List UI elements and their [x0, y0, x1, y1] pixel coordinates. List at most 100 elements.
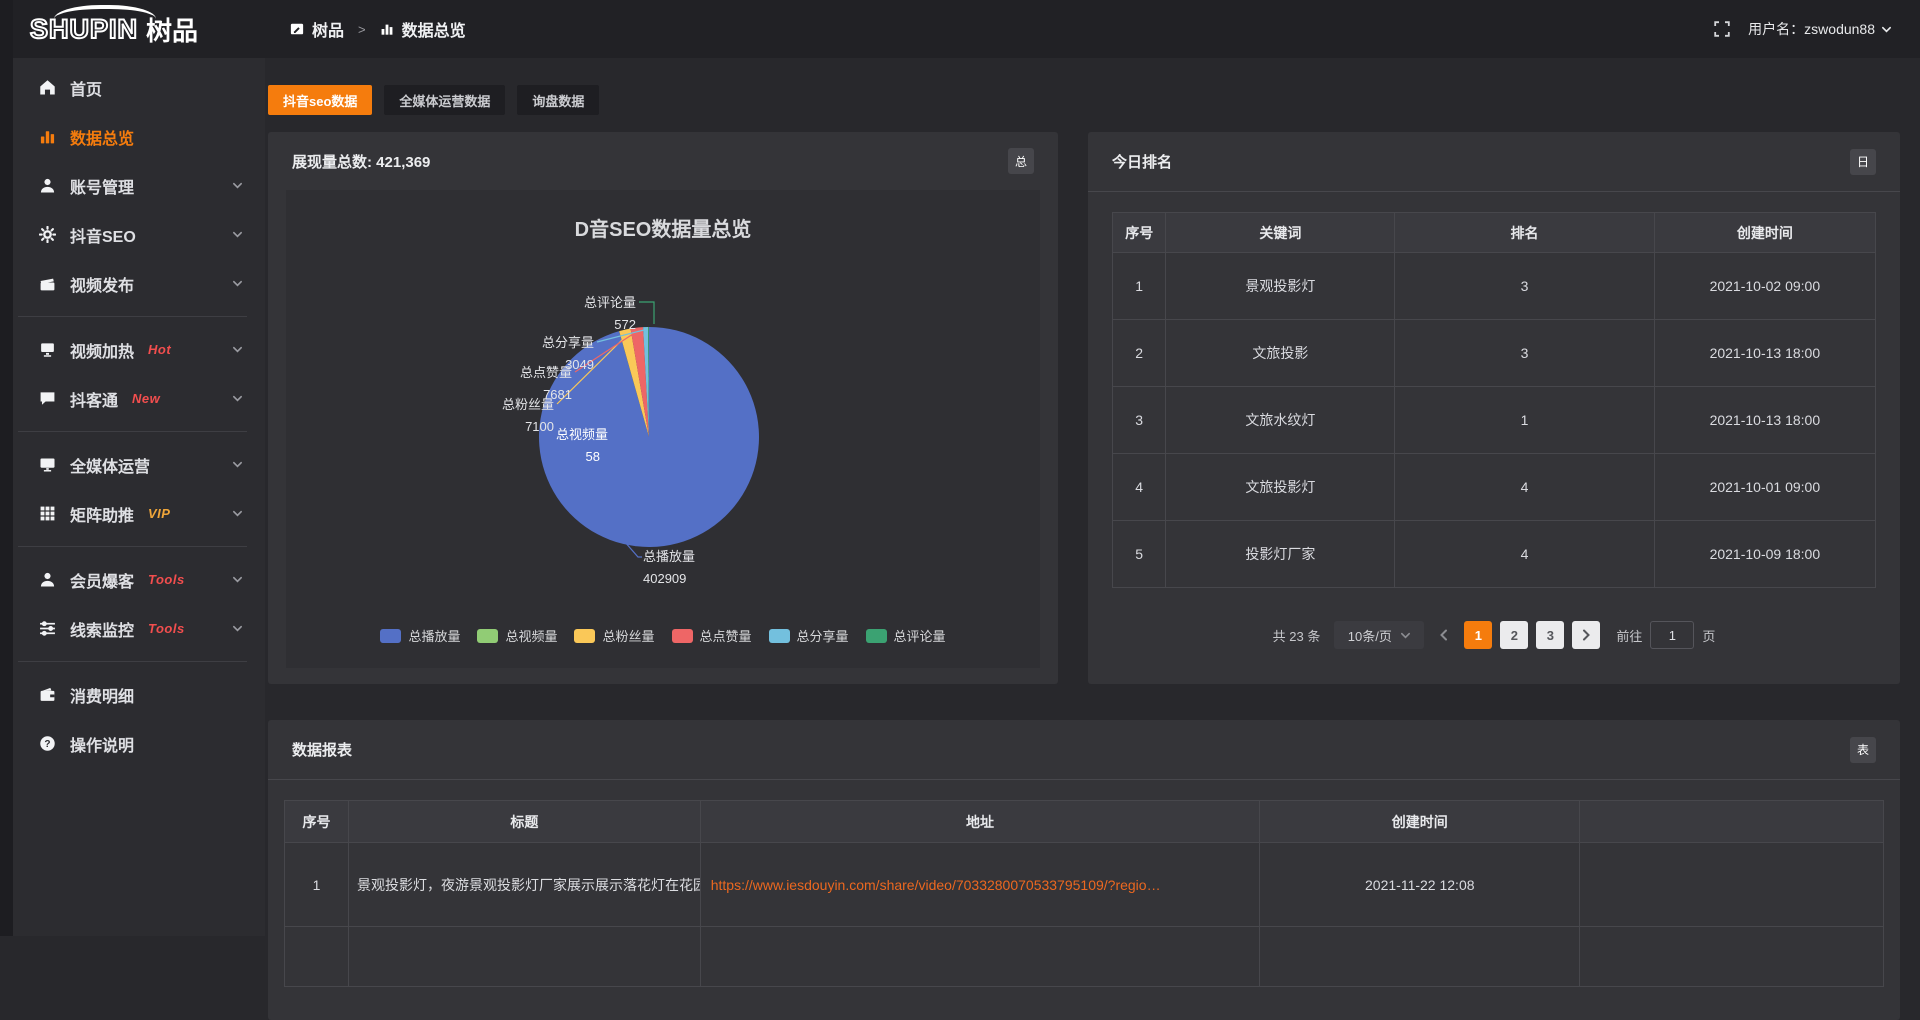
sidebar-item-badge: Tools	[148, 621, 185, 636]
pie-label-value: 402909	[643, 571, 686, 586]
tab-询盘数据[interactable]: 询盘数据	[517, 85, 599, 115]
page-size-select[interactable]: 10条/页	[1334, 621, 1424, 649]
prev-page-button[interactable]	[1432, 621, 1456, 649]
report-cell-extra	[1580, 843, 1884, 927]
rank-cell: 2021-10-09 18:00	[1654, 521, 1875, 588]
sidebar-item-label: 账号管理	[70, 174, 134, 198]
breadcrumb-item-home[interactable]: 树品	[312, 17, 344, 41]
rank-cell: 1	[1395, 387, 1654, 454]
legend-item-总点赞量[interactable]: 总点赞量	[672, 626, 752, 645]
breadcrumb-item-current[interactable]: 数据总览	[402, 17, 466, 41]
rank-row: 3文旅水纹灯12021-10-13 18:00	[1113, 387, 1876, 454]
chart-title: D音SEO数据量总览	[575, 217, 752, 241]
legend-item-总评论量[interactable]: 总评论量	[866, 626, 946, 645]
goto-page-input[interactable]: 1	[1650, 621, 1694, 649]
report-table-button[interactable]: 表	[1850, 737, 1876, 763]
rank-cell: 3	[1395, 253, 1654, 320]
legend-label: 总粉丝量	[602, 626, 654, 645]
sidebar-item-视频发布[interactable]: 视频发布	[0, 259, 265, 308]
rank-col-序号: 序号	[1113, 213, 1166, 253]
sidebar-item-账号管理[interactable]: 账号管理	[0, 161, 265, 210]
bar-chart-icon	[380, 22, 394, 36]
sidebar-item-抖客通[interactable]: 抖客通 New	[0, 374, 265, 423]
legend-swatch	[866, 629, 887, 643]
legend-item-总视频量[interactable]: 总视频量	[477, 626, 557, 645]
report-row: 1景观投影灯，夜游景观投影灯厂家展示展示落花灯在花园里的灯光投影应用效果 # ht…	[285, 843, 1884, 927]
rank-panel: 今日排名 日 序号关键词排名创建时间1景观投影灯32021-10-02 09:0…	[1088, 132, 1900, 684]
sidebar-item-线索监控[interactable]: 线索监控 Tools	[0, 604, 265, 653]
report-cell-title: 景观投影灯，夜游景观投影灯厂家展示展示落花灯在花园里的灯光投影应用效果 #	[348, 843, 700, 927]
rank-cell: 2	[1113, 320, 1166, 387]
sidebar-item-会员爆客[interactable]: 会员爆客Tools	[0, 555, 265, 604]
user-menu[interactable]: 用户名：zswodun88	[1748, 19, 1892, 39]
page-size-label: 10条/页	[1348, 626, 1392, 645]
chevron-down-icon	[232, 229, 243, 240]
sidebar-item-全媒体运营[interactable]: 全媒体运营	[0, 440, 265, 489]
chevron-down-icon	[1400, 630, 1411, 641]
topbar-right: 用户名：zswodun88	[1714, 19, 1892, 39]
rank-col-排名: 排名	[1395, 213, 1654, 253]
pie-label-name: 总视频量	[556, 427, 608, 442]
rank-cell: 4	[1395, 521, 1654, 588]
sidebar-item-消费明细[interactable]: 消费明细	[0, 670, 265, 719]
report-panel-title: 数据报表	[292, 739, 352, 760]
publish-icon	[38, 275, 56, 293]
page-button-1[interactable]: 1	[1464, 621, 1492, 649]
sidebar-item-视频加热[interactable]: 视频加热Hot	[0, 325, 265, 374]
tab-全媒体运营数据[interactable]: 全媒体运营数据	[384, 85, 505, 115]
sidebar-item-label: 全媒体运营	[70, 453, 150, 477]
page-button-3[interactable]: 3	[1536, 621, 1564, 649]
legend-item-总粉丝量[interactable]: 总粉丝量	[574, 626, 654, 645]
sidebar: 首页数据总览账号管理抖音SEO视频发布视频加热Hot 抖客通 New 全媒体运营矩阵助…	[0, 58, 265, 936]
tab-抖音seo数据[interactable]: 抖音seo数据	[268, 85, 372, 115]
sidebar-item-badge: Tools	[148, 572, 185, 587]
sidebar-divider	[18, 431, 247, 432]
app-logo: SHUPIN 树品	[0, 0, 265, 58]
legend-item-总分享量[interactable]: 总分享量	[769, 626, 849, 645]
sidebar-item-数据总览[interactable]: 数据总览	[0, 112, 265, 161]
report-cell-index: 1	[285, 843, 349, 927]
sidebar-item-操作说明[interactable]: ?操作说明	[0, 719, 265, 768]
rank-row: 5投影灯厂家42021-10-09 18:00	[1113, 521, 1876, 588]
sidebar-item-抖音SEO[interactable]: 抖音SEO	[0, 210, 265, 259]
rank-cell: 投影灯厂家	[1166, 521, 1395, 588]
sidebar-divider	[18, 661, 247, 662]
legend-item-总播放量[interactable]: 总播放量	[380, 626, 460, 645]
rank-panel-title: 今日排名	[1112, 151, 1172, 172]
video-link[interactable]: https://www.iesdouyin.com/share/video/70…	[711, 877, 1161, 893]
label-line-总评论量	[639, 302, 654, 324]
overview-total-button[interactable]: 总	[1008, 148, 1034, 174]
rank-day-button[interactable]: 日	[1850, 149, 1876, 175]
sidebar-item-label: 抖客通	[70, 387, 118, 411]
rank-col-关键词: 关键词	[1166, 213, 1395, 253]
legend-label: 总点赞量	[700, 626, 752, 645]
legend-swatch	[672, 629, 693, 643]
rank-row: 2文旅投影32021-10-13 18:00	[1113, 320, 1876, 387]
chat-icon	[38, 390, 56, 408]
monitor-icon	[38, 456, 56, 474]
logo-arc	[54, 5, 156, 19]
seo-pie-chart[interactable]: D音SEO数据量总览总播放量402909总视频量58总粉丝量7100总点赞量76…	[286, 190, 1040, 668]
pagination: 共 23 条10条/页123前往1页	[1088, 621, 1900, 649]
page-button-2[interactable]: 2	[1500, 621, 1528, 649]
legend-label: 总分享量	[797, 626, 849, 645]
report-col-empty	[1580, 801, 1884, 843]
overview-panel-title: 展现量总数: 421,369	[292, 151, 430, 172]
report-cell-time: 2021-11-22 12:08	[1260, 843, 1580, 927]
sidebar-item-首页[interactable]: 首页	[0, 63, 265, 112]
report-cell-url: https://www.iesdouyin.com/share/video/70…	[700, 843, 1260, 927]
legend-swatch	[380, 629, 401, 643]
sidebar-item-label: 线索监控	[70, 617, 134, 641]
chevron-down-icon	[232, 623, 243, 634]
chevron-down-icon	[232, 278, 243, 289]
report-col-标题: 标题	[348, 801, 700, 843]
goto-suffix: 页	[1702, 626, 1715, 645]
sidebar-item-矩阵助推[interactable]: 矩阵助推VIP	[0, 489, 265, 538]
logo-text-en: SHUPIN	[30, 14, 138, 45]
sidebar-item-badge: VIP	[148, 506, 170, 521]
sidebar-item-badge: New	[132, 391, 160, 406]
report-col-序号: 序号	[285, 801, 349, 843]
fullscreen-icon[interactable]	[1714, 21, 1730, 37]
rank-panel-header: 今日排名 日	[1088, 132, 1900, 192]
next-page-button[interactable]	[1572, 621, 1600, 649]
